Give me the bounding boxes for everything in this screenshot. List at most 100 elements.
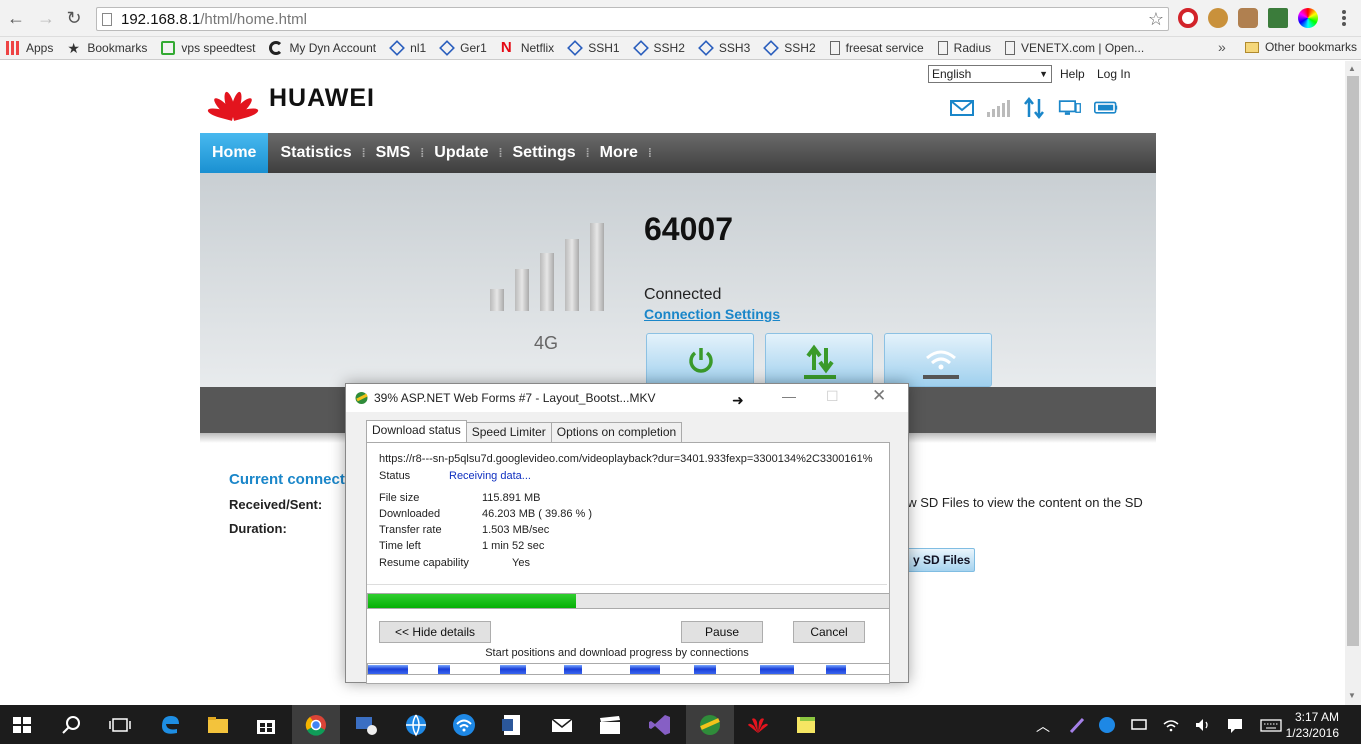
bookmark-radius[interactable]: Radius — [937, 41, 991, 55]
help-link[interactable]: Help — [1060, 67, 1085, 81]
nav-home[interactable]: Home — [200, 133, 269, 173]
tab-download-status[interactable]: Download status — [366, 420, 467, 442]
scroll-down-icon[interactable]: ▼ — [1348, 691, 1356, 700]
bookmark-venetx[interactable]: VENETX.com | Open... — [1005, 41, 1144, 55]
bookmark-ssh2-b[interactable]: SSH2 — [763, 40, 816, 56]
arrow-cursor-icon: ➜ — [732, 392, 744, 408]
opera-extension-icon[interactable] — [1178, 8, 1198, 28]
volume-icon[interactable] — [1194, 716, 1212, 734]
bookmark-label: SSH2 — [784, 41, 816, 55]
store-icon[interactable] — [254, 713, 278, 737]
connection-status: Connected — [644, 286, 722, 303]
globe-tray-icon[interactable] — [1098, 716, 1116, 734]
wifi-button[interactable] — [884, 333, 992, 387]
keyboard-icon[interactable] — [1260, 716, 1282, 734]
visual-studio-icon[interactable] — [648, 713, 672, 737]
chrome-icon[interactable] — [304, 713, 328, 737]
bookmark-vps-speedtest[interactable]: vps speedtest — [161, 41, 255, 55]
tray-overflow-chevron-icon[interactable]: ︿ — [1036, 716, 1054, 734]
internet-download-manager-icon[interactable] — [698, 713, 722, 737]
connection-settings-link[interactable]: Connection Settings — [644, 306, 780, 322]
nav-statistics[interactable]: Statistics — [268, 133, 365, 173]
status-label: Status — [379, 470, 411, 482]
tab-speed-limiter[interactable]: Speed Limiter — [465, 422, 552, 442]
login-link[interactable]: Log In — [1097, 67, 1130, 81]
netflix-icon: N — [500, 39, 512, 56]
pen-tray-icon[interactable] — [1068, 716, 1086, 734]
bookmark-bookmarks[interactable]: ★ Bookmarks — [67, 41, 147, 55]
bookmark-netflix[interactable]: N Netflix — [500, 39, 554, 56]
wifi-tray-icon[interactable] — [1162, 716, 1180, 734]
language-select[interactable]: English — [928, 65, 1052, 83]
wifi-app-icon[interactable] — [452, 713, 476, 737]
color-wheel-extension-icon[interactable] — [1298, 8, 1318, 28]
reload-icon[interactable]: ↻ — [64, 8, 84, 28]
edge-browser-icon[interactable] — [158, 713, 182, 737]
page-icon — [1005, 41, 1016, 55]
data-transfer-icon — [1024, 97, 1044, 119]
scroll-up-icon[interactable]: ▲ — [1348, 64, 1356, 73]
minimize-icon[interactable]: — — [782, 388, 796, 404]
chrome-menu-icon[interactable] — [1341, 8, 1347, 28]
page-icon — [102, 13, 112, 26]
bookmark-freesat-service[interactable]: freesat service — [829, 41, 924, 55]
action-center-icon[interactable] — [1226, 716, 1244, 734]
bookmark-ssh2[interactable]: SSH2 — [632, 40, 685, 56]
transfer-rate-value: 1.503 MB/sec — [482, 524, 550, 536]
ssh-diamond-icon — [763, 40, 780, 56]
bookmarks-overflow-chevron[interactable]: » — [1218, 39, 1226, 55]
status-value: Receiving data... — [449, 470, 531, 482]
huawei-modem-icon[interactable] — [746, 713, 770, 737]
bookmark-ssh1[interactable]: SSH1 — [567, 40, 620, 56]
close-icon[interactable]: ✕ — [872, 386, 886, 406]
search-icon[interactable] — [60, 713, 84, 737]
page-scrollbar[interactable]: ▲ ▼ — [1345, 61, 1361, 705]
data-switch-button[interactable] — [765, 333, 873, 387]
bookmark-ssh3[interactable]: SSH3 — [697, 40, 750, 56]
connection-segment — [368, 665, 408, 674]
nav-more[interactable]: More — [588, 133, 652, 173]
pause-button[interactable]: Pause — [681, 621, 763, 643]
nav-sms[interactable]: SMS — [364, 133, 424, 173]
network-globe-icon[interactable] — [404, 713, 428, 737]
dialog-title-bar[interactable]: 39% ASP.NET Web Forms #7 - Layout_Bootst… — [346, 384, 908, 412]
mail-icon[interactable] — [950, 97, 974, 119]
other-bookmarks[interactable]: Other bookmarks — [1244, 40, 1357, 54]
bookmark-my-dyn-account[interactable]: My Dyn Account — [269, 41, 376, 55]
windows-start-icon[interactable] — [10, 713, 34, 737]
address-bar[interactable]: 192.168.8.1/html/home.html ☆ — [96, 7, 1169, 31]
connection-segment — [500, 665, 526, 674]
task-view-icon[interactable] — [108, 713, 132, 737]
tab-options-on-completion[interactable]: Options on completion — [550, 422, 683, 442]
maximize-icon[interactable]: ☐ — [826, 388, 839, 405]
sd-files-button[interactable]: y SD Files — [900, 548, 975, 572]
forward-arrow-icon[interactable]: → — [36, 8, 56, 28]
scroll-thumb[interactable] — [1347, 76, 1359, 646]
bookmark-label: VENETX.com | Open... — [1021, 41, 1145, 55]
bookmark-label: vps speedtest — [181, 41, 256, 55]
bookmark-apps[interactable]: Apps — [6, 41, 53, 55]
sticky-notes-icon[interactable] — [794, 713, 818, 737]
cookie-extension-icon[interactable] — [1208, 8, 1228, 28]
display-tray-icon[interactable] — [1130, 716, 1148, 734]
mail-app-icon[interactable] — [550, 713, 574, 737]
grid-extension-icon[interactable] — [1268, 8, 1288, 28]
system-clock[interactable]: 3:17 AM 1/23/2016 — [1286, 709, 1339, 741]
bookmark-star-icon[interactable]: ☆ — [1148, 9, 1164, 30]
back-arrow-icon[interactable]: ← — [6, 8, 26, 28]
nav-update[interactable]: Update — [422, 133, 502, 173]
nav-settings[interactable]: Settings — [501, 133, 590, 173]
bookmark-label: SSH1 — [588, 41, 620, 55]
hide-details-button[interactable]: << Hide details — [379, 621, 491, 643]
word-document-icon[interactable] — [500, 713, 524, 737]
connection-segment — [694, 665, 716, 674]
bookmark-nl1[interactable]: nl1 — [389, 40, 426, 56]
connection-status-panel: 4G 64007 Connected Connection Settings — [200, 173, 1156, 387]
file-explorer-icon[interactable] — [206, 713, 230, 737]
cancel-button[interactable]: Cancel — [793, 621, 865, 643]
bookmark-ger1[interactable]: Ger1 — [439, 40, 487, 56]
remote-desktop-icon[interactable] — [354, 713, 378, 737]
video-clapper-icon[interactable] — [598, 713, 622, 737]
power-connect-button[interactable] — [646, 333, 754, 387]
cookie-editor-extension-icon[interactable] — [1238, 8, 1258, 28]
